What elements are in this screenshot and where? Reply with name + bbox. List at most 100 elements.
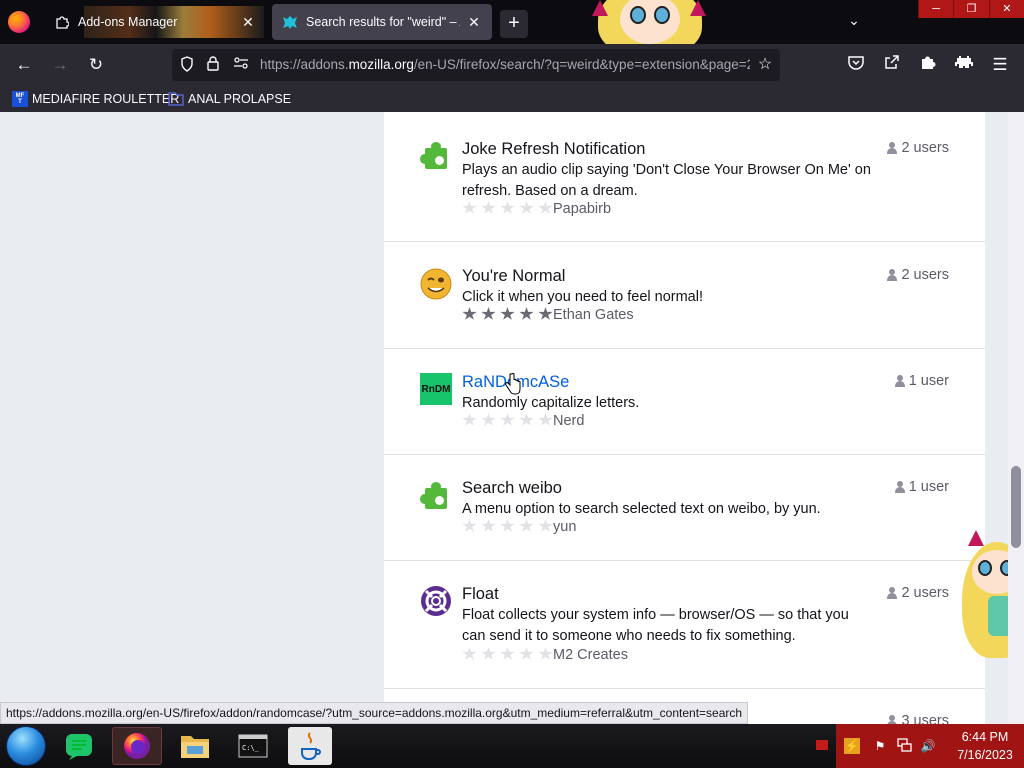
firefox-icon[interactable] xyxy=(112,727,162,765)
clock-date: 7/16/2023 xyxy=(957,748,1013,762)
close-window-button[interactable]: ✕ xyxy=(988,0,1024,18)
user-icon xyxy=(894,481,905,493)
star-icon xyxy=(538,519,553,532)
page-scrollbar[interactable] xyxy=(1008,112,1024,724)
close-tab-icon[interactable]: ✕ xyxy=(240,14,256,30)
addon-author: Ethan Gates xyxy=(553,307,634,323)
minimize-button[interactable]: ─ xyxy=(918,0,953,18)
puzzle-piece-icon xyxy=(420,479,452,511)
hand-pointer-cursor-icon xyxy=(505,372,521,395)
search-result-row[interactable]: Search weibo A menu option to search sel… xyxy=(384,455,985,561)
user-count: 2 users xyxy=(887,585,949,601)
lock-icon[interactable] xyxy=(204,56,222,74)
user-icon xyxy=(894,375,905,387)
network-icon[interactable] xyxy=(896,738,912,754)
forward-button[interactable]: → xyxy=(48,53,72,77)
rndm-logo-icon: RnDM xyxy=(420,373,452,405)
addon-description: Plays an audio clip saying 'Don't Close … xyxy=(462,162,871,199)
url-bar[interactable]: https://addons.mozilla.org/en-US/firefox… xyxy=(172,49,780,81)
back-button[interactable]: ← xyxy=(12,53,36,77)
list-all-tabs-chevron-icon[interactable]: ⌄ xyxy=(844,12,864,32)
star-icon xyxy=(462,519,477,532)
command-prompt-icon[interactable]: C:\_ xyxy=(228,727,278,765)
java-update-icon[interactable]: ⚡ xyxy=(844,738,860,754)
bookmarks-toolbar: MF T MEDIAFIRE ROULETTER ANAL PROLAPSE xyxy=(0,86,1024,112)
user-count-text: 1 user xyxy=(908,373,949,389)
rndm-logo-text: RnDM xyxy=(421,383,451,395)
url-domain: mozilla.org xyxy=(348,57,414,72)
addon-description: Float collects your system info — browse… xyxy=(462,607,849,644)
star-icon xyxy=(462,307,477,320)
url-text[interactable]: https://addons.mozilla.org/en-US/firefox… xyxy=(260,57,750,75)
chat-app-icon[interactable] xyxy=(54,727,104,765)
puzzle-icon xyxy=(54,14,70,30)
url-suffix: /en-US/firefox/search/?q=weird&type=exte… xyxy=(413,57,750,72)
action-center-flag-icon[interactable]: ⚑ xyxy=(872,738,888,754)
permissions-icon[interactable] xyxy=(232,56,250,74)
addon-name[interactable]: You're Normal xyxy=(462,267,565,286)
user-count: 1 user xyxy=(894,373,949,389)
star-icon xyxy=(462,647,477,660)
addon-name[interactable]: Joke Refresh Notification xyxy=(462,140,645,159)
star-icon xyxy=(500,201,515,214)
volume-icon[interactable]: 🔊 xyxy=(920,738,936,754)
start-orb-icon[interactable] xyxy=(6,726,46,766)
addon-description: Click it when you need to feel normal! xyxy=(462,289,703,305)
firefox-view-icon[interactable] xyxy=(8,11,30,33)
search-result-row[interactable]: You're Normal Click it when you need to … xyxy=(384,242,985,349)
file-explorer-icon[interactable] xyxy=(170,727,220,765)
star-icon xyxy=(500,647,515,660)
tab-addons-manager[interactable]: Add-ons Manager ✕ xyxy=(44,4,266,40)
search-results-list: Joke Refresh Notification Plays an audio… xyxy=(384,112,985,724)
character-sticker-right xyxy=(958,530,1008,662)
extensions-puzzle-icon[interactable] xyxy=(916,53,940,77)
user-count-text: 1 user xyxy=(908,479,949,495)
bookmark-label: ANAL PROLAPSE xyxy=(188,92,292,106)
star-icon xyxy=(500,307,515,320)
rating-stars xyxy=(462,413,553,427)
close-tab-icon[interactable]: ✕ xyxy=(466,14,482,30)
star-icon xyxy=(500,519,515,532)
new-tab-button[interactable]: + xyxy=(500,10,528,38)
system-clock[interactable]: 6:44 PM 7/16/2023 xyxy=(950,728,1020,764)
search-result-row[interactable]: RnDM RaNDomcASe Randomly capitalize lett… xyxy=(384,349,985,455)
user-count: 3 users xyxy=(887,713,949,724)
rating-stars xyxy=(462,307,553,321)
show-hidden-icons-flag[interactable] xyxy=(816,740,828,750)
winking-face-icon xyxy=(420,268,452,300)
star-icon xyxy=(462,201,477,214)
addon-author: M2 Creates xyxy=(553,647,628,663)
puzzle-piece-icon xyxy=(420,139,452,171)
restore-button[interactable]: ❐ xyxy=(953,0,988,18)
svg-text:C:\_: C:\_ xyxy=(242,744,260,752)
pocket-icon[interactable] xyxy=(844,53,868,77)
star-icon xyxy=(500,413,515,426)
tab-bar: Add-ons Manager ✕ Search results for "we… xyxy=(0,0,1024,56)
addon-name[interactable]: Search weibo xyxy=(462,479,562,498)
user-count-text: 3 users xyxy=(901,713,949,724)
search-result-row[interactable]: Float Float collects your system info — … xyxy=(384,561,985,689)
user-icon xyxy=(887,269,898,281)
user-count: 2 users xyxy=(887,140,949,156)
addon-author: Papabirb xyxy=(553,201,612,217)
reload-button[interactable]: ↻ xyxy=(84,53,108,77)
bookmark-mediafire-rouletter[interactable]: MF T MEDIAFIRE ROULETTER xyxy=(12,90,179,108)
scrollbar-thumb[interactable] xyxy=(1011,466,1021,548)
hamburger-menu-icon[interactable]: ☰ xyxy=(988,53,1012,77)
star-icon xyxy=(462,413,477,426)
addon-name[interactable]: Float xyxy=(462,585,499,604)
extensions-share-icon[interactable] xyxy=(880,53,904,77)
tracking-shield-icon[interactable] xyxy=(178,56,196,74)
bookmark-anal-prolapse[interactable]: ANAL PROLAPSE xyxy=(168,90,291,108)
space-invader-extension-icon[interactable] xyxy=(952,53,976,77)
star-icon xyxy=(519,413,534,426)
star-icon xyxy=(519,307,534,320)
search-result-row[interactable]: Joke Refresh Notification Plays an audio… xyxy=(384,112,985,242)
star-icon xyxy=(538,307,553,320)
user-count-text: 2 users xyxy=(901,140,949,156)
java-icon[interactable] xyxy=(288,727,332,765)
tab-search-results[interactable]: Search results for "weird" – Add-ons for… xyxy=(272,4,492,40)
bookmark-star-icon[interactable]: ☆ xyxy=(756,56,774,74)
addon-author: Nerd xyxy=(553,413,585,429)
lifebuoy-icon xyxy=(420,585,452,617)
